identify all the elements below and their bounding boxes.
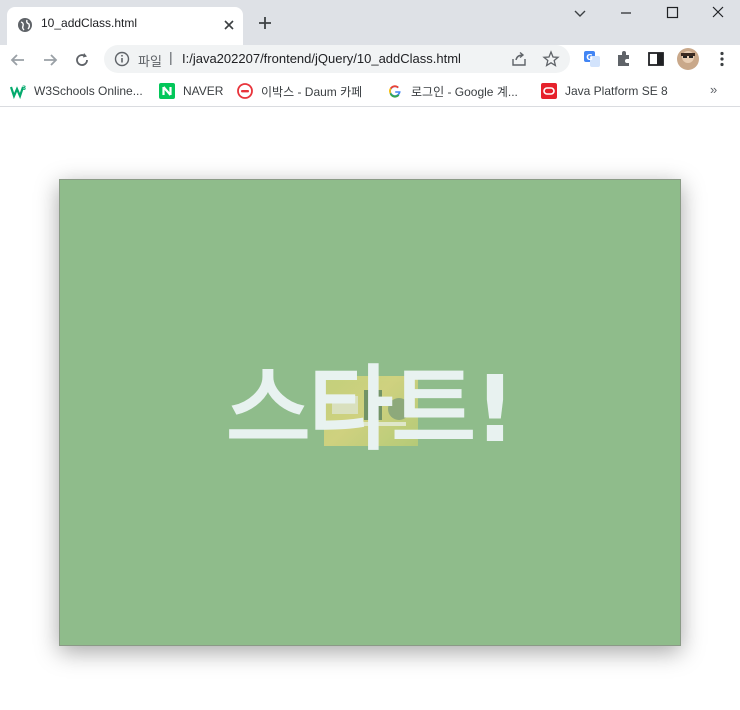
menu-kebab-icon[interactable] — [712, 49, 732, 69]
window-close-icon[interactable] — [706, 4, 730, 22]
minimize-icon[interactable] — [614, 4, 638, 22]
bookmarks-overflow-button[interactable]: » — [710, 82, 717, 97]
bookmark-label: W3Schools Online... — [34, 84, 143, 98]
bookmark-java-platform[interactable]: Java Platform SE 8 — [541, 82, 668, 100]
new-tab-plus-icon[interactable] — [256, 14, 274, 32]
active-tab[interactable]: 10_addClass.html — [7, 7, 243, 45]
start-text: 스타트! — [226, 356, 516, 463]
daum-cafe-icon — [237, 83, 253, 99]
close-icon[interactable] — [221, 17, 237, 33]
side-panel-icon[interactable] — [646, 49, 666, 69]
back-arrow-icon[interactable] — [8, 50, 28, 70]
url-text[interactable]: I:/java202207/frontend/jQuery/10_addClas… — [182, 51, 461, 66]
google-icon — [389, 85, 401, 98]
bookmark-naver[interactable]: NAVER — [159, 82, 223, 100]
reload-icon[interactable] — [72, 50, 92, 70]
oracle-icon — [541, 83, 557, 99]
tab-strip: 10_addClass.html — [0, 0, 740, 45]
tab-search-chevron-icon[interactable] — [568, 4, 592, 22]
globe-icon — [18, 18, 32, 32]
bookmarks-bar: 3 W3Schools Online... NAVER 이박스 - Daum 카… — [0, 76, 740, 107]
bookmark-star-icon[interactable] — [542, 50, 560, 68]
bookmark-label: 이박스 - Daum 카페 — [261, 84, 363, 99]
stage-box: 스타트! — [59, 179, 681, 646]
maximize-icon[interactable] — [660, 4, 684, 22]
forward-arrow-icon[interactable] — [40, 50, 60, 70]
bookmark-label: Java Platform SE 8 — [565, 84, 668, 98]
w3schools-icon: 3 — [10, 85, 26, 99]
page-content: 스타트! — [0, 107, 740, 710]
bookmark-daum-cafe[interactable]: 이박스 - Daum 카페 — [237, 82, 362, 100]
bookmark-label: NAVER — [183, 84, 224, 98]
extensions-puzzle-icon[interactable] — [614, 49, 634, 69]
toolbar: 파일 | I:/java202207/frontend/jQuery/10_ad… — [0, 45, 740, 75]
scheme-separator: | — [169, 49, 173, 65]
address-bar[interactable]: 파일 | I:/java202207/frontend/jQuery/10_ad… — [104, 45, 570, 73]
translate-icon[interactable]: G — [582, 49, 602, 69]
bookmark-label: 로그인 - Google 계... — [411, 84, 518, 99]
site-info-icon[interactable] — [114, 51, 130, 67]
tab-title: 10_addClass.html — [41, 16, 138, 30]
share-icon[interactable] — [510, 50, 528, 68]
svg-text:G: G — [586, 53, 593, 62]
naver-icon — [159, 83, 175, 99]
scheme-label: 파일 — [138, 54, 162, 69]
svg-text:3: 3 — [22, 85, 26, 92]
profile-avatar-icon[interactable] — [676, 47, 700, 71]
bookmark-google-login[interactable]: 로그인 - Google 계... — [387, 82, 518, 100]
bookmark-w3schools[interactable]: 3 W3Schools Online... — [10, 82, 143, 100]
